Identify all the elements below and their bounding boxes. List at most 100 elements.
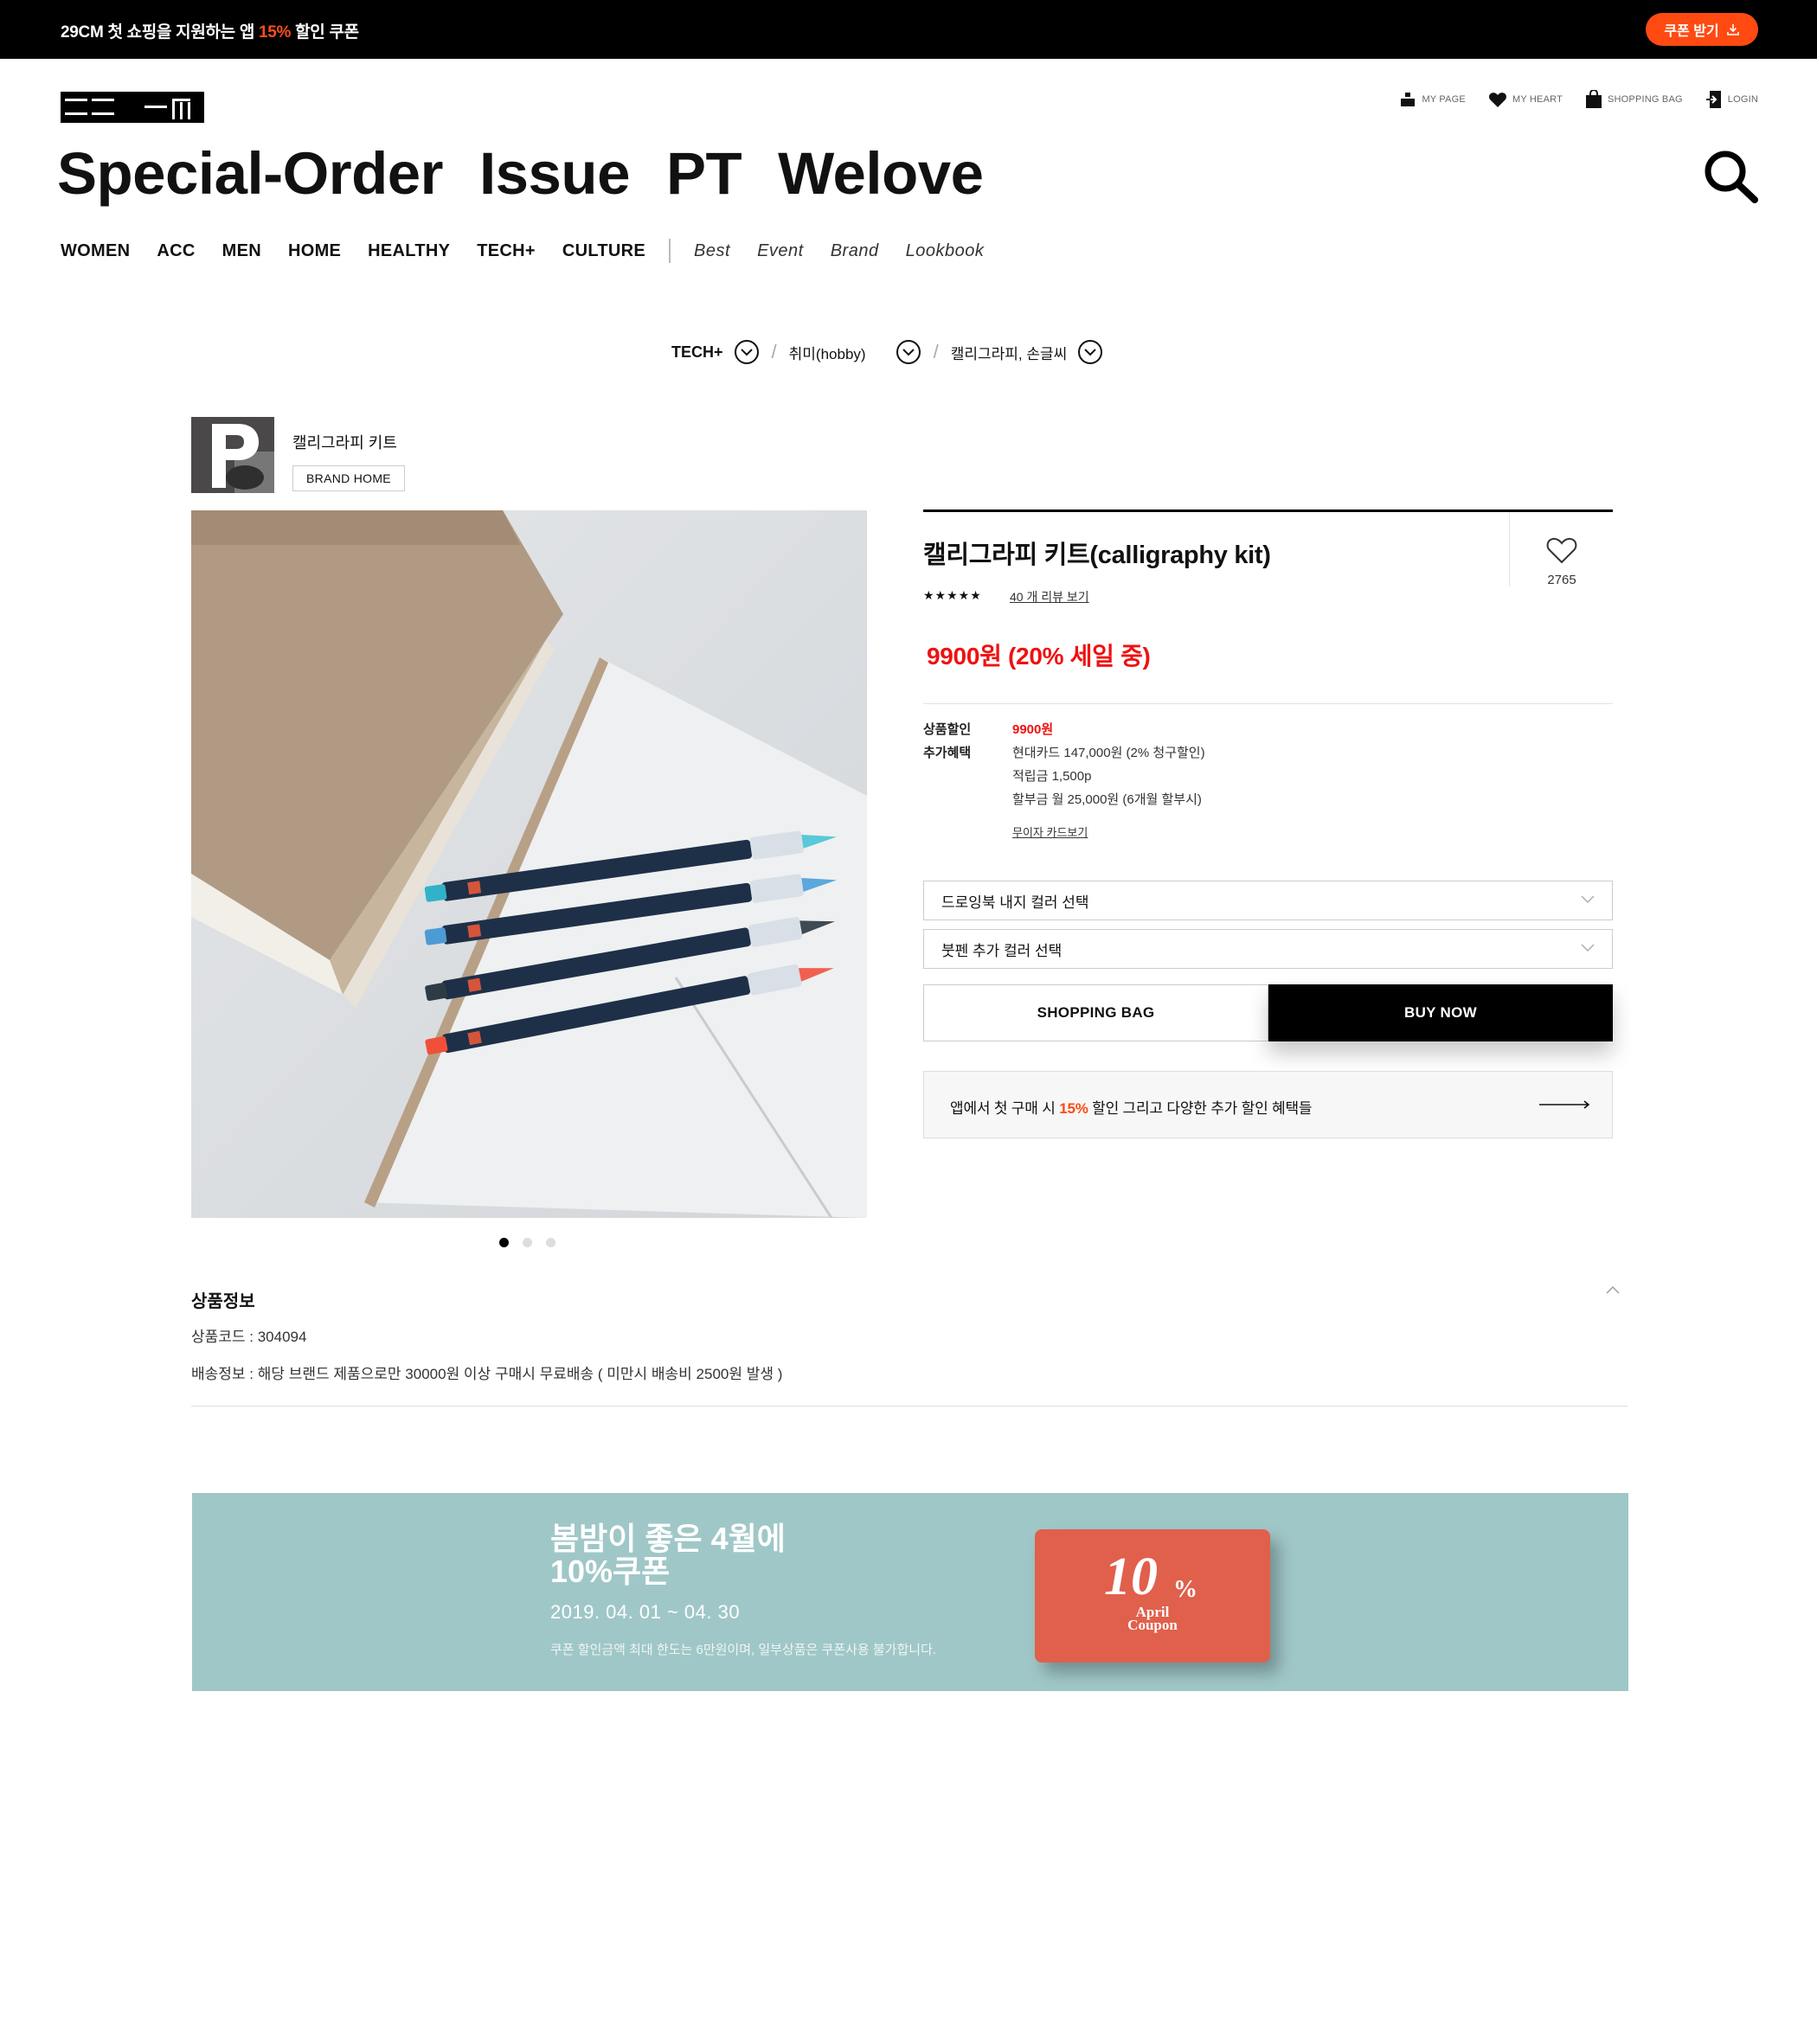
subcat-event[interactable]: Event — [757, 241, 804, 261]
brand-thumbnail[interactable] — [191, 417, 274, 493]
product-title: 캘리그라피 키트(calligraphy kit) — [923, 541, 1271, 569]
app-banner-text: 앱에서 첫 구매 시 15% 할인 그리고 다양한 추가 할인 혜택들 — [950, 1096, 1313, 1118]
util-login-label: LOGIN — [1727, 94, 1758, 105]
breadcrumb-item[interactable]: 캘리그라피, 손글씨 — [951, 339, 1104, 365]
chevron-down-circle-icon — [1078, 340, 1103, 364]
nav-issue[interactable]: Issue — [479, 144, 630, 203]
subcat-lookbook[interactable]: Lookbook — [906, 241, 985, 261]
promo-bar: 29CM 첫 쇼핑을 지원하는 앱 15% 할인 쿠폰 쿠폰 받기 — [0, 0, 1817, 59]
cat-women[interactable]: WOMEN — [61, 241, 130, 261]
option-select-label: 드로잉북 내지 컬러 선택 — [941, 894, 1089, 911]
util-my-page[interactable]: MY PAGE — [1399, 91, 1466, 108]
util-shopping-bag[interactable]: SHOPPING BAG — [1585, 90, 1683, 109]
promo-text: 29CM 첫 쇼핑을 지원하는 앱 15% 할인 쿠폰 — [61, 19, 359, 42]
promo-text-a: 29CM 첫 쇼핑을 지원하는 앱 — [61, 23, 259, 42]
breadcrumb-separator: / — [933, 341, 939, 362]
discount-value: 9900원 — [1012, 722, 1054, 737]
coupon-note: 쿠폰 할인금액 최대 한도는 6만원이며, 일부상품은 쿠폰사용 불가합니다. — [550, 1643, 937, 1657]
coupon-download-button[interactable]: 쿠폰 받기 — [1646, 13, 1758, 46]
app-banner-text-a: 앱에서 첫 구매 시 — [950, 1100, 1060, 1117]
cat-healthy[interactable]: HEALTHY — [368, 241, 450, 261]
heart-outline-icon — [1546, 537, 1577, 564]
app-banner-highlight: 15% — [1059, 1100, 1088, 1117]
chevron-down-circle-icon — [896, 340, 921, 364]
bag-icon — [1586, 90, 1602, 108]
app-discount-banner[interactable]: 앱에서 첫 구매 시 15% 할인 그리고 다양한 추가 할인 혜택들 — [923, 1071, 1613, 1138]
slide-dot-active[interactable] — [499, 1238, 509, 1247]
coupon-card-percent-sign: % — [1173, 1576, 1197, 1603]
util-shopping-bag-label: SHOPPING BAG — [1608, 94, 1683, 105]
util-my-page-label: MY PAGE — [1422, 94, 1466, 105]
subcat-brand[interactable]: Brand — [831, 241, 879, 261]
arrow-right-icon — [1539, 1100, 1590, 1109]
option-select-drawing-book[interactable]: 드로잉북 내지 컬러 선택 — [923, 881, 1613, 920]
buy-now-button[interactable]: BUY NOW — [1268, 984, 1613, 1041]
shipping-info: 배송정보 : 해당 브랜드 제품으로만 30000원 이상 구매시 무료배송 (… — [191, 1366, 783, 1382]
breadcrumb-item[interactable]: TECH+ — [671, 339, 760, 365]
cat-home[interactable]: HOME — [288, 241, 341, 261]
slide-dot[interactable] — [546, 1238, 555, 1247]
download-icon — [1726, 24, 1739, 35]
breadcrumb-item[interactable]: 취미(hobby) — [789, 339, 921, 365]
option-select-brush-pen[interactable]: 붓펜 추가 컬러 선택 — [923, 929, 1613, 969]
coupon-headline-1: 봄밤이 좋은 4월에 — [550, 1521, 786, 1556]
breadcrumb: TECH+ / 취미(hobby) / 캘리그라피, 손글씨 — [671, 339, 1103, 365]
site-logo[interactable] — [61, 92, 204, 123]
product-info-title: 상품정보 — [191, 1292, 255, 1311]
coupon-card: 10 % April Coupon — [1035, 1529, 1270, 1663]
login-icon — [1705, 91, 1721, 108]
nav-pt[interactable]: PT — [666, 144, 742, 203]
chevron-down-icon — [1581, 895, 1595, 903]
main-section-nav: Special-Order Issue PT Welove — [57, 144, 984, 203]
nav-special-order[interactable]: Special-Order — [57, 144, 444, 203]
coupon-card-sub2: Coupon — [1127, 1617, 1178, 1633]
cat-acc[interactable]: ACC — [157, 241, 195, 261]
util-my-heart[interactable]: MY HEART — [1488, 91, 1563, 108]
app-banner-text-b: 할인 그리고 다양한 추가 할인 혜택들 — [1088, 1100, 1313, 1117]
add-to-bag-button[interactable]: SHOPPING BAG — [923, 984, 1268, 1041]
nav-welove[interactable]: Welove — [778, 144, 984, 203]
product-photo — [191, 510, 867, 1218]
person-icon — [1401, 93, 1416, 106]
product-image[interactable] — [191, 510, 867, 1218]
subcat-best[interactable]: Best — [694, 241, 730, 261]
breadcrumb-label: 캘리그라피, 손글씨 — [950, 345, 1068, 362]
category-nav: WOMEN ACC MEN HOME HEALTHY TECH+ CULTURE… — [61, 239, 984, 263]
product-code: 상품코드 : 304094 — [191, 1329, 307, 1345]
cat-men[interactable]: MEN — [222, 241, 261, 261]
brand-logo-image — [191, 417, 274, 493]
interest-free-card-link[interactable]: 무이자 카드보기 — [1012, 823, 1088, 840]
coupon-headline-2: 10%쿠폰 — [550, 1554, 671, 1589]
review-link[interactable]: 40 개 리뷰 보기 — [1010, 588, 1089, 606]
brand-home-button[interactable]: BRAND HOME — [292, 465, 405, 491]
price-divider — [923, 703, 1613, 704]
coupon-card-subtitle: April Coupon — [1035, 1605, 1270, 1633]
rating-stars: ★★★★★ — [923, 588, 982, 602]
utility-nav: MY PAGE MY HEART SHOPPING BAG LOGIN — [1399, 90, 1758, 109]
brand-name[interactable]: 캘리그라피 키트 — [292, 431, 397, 453]
cat-tech[interactable]: TECH+ — [477, 241, 536, 261]
search-icon[interactable] — [1703, 149, 1760, 204]
coupon-download-label: 쿠폰 받기 — [1664, 24, 1719, 39]
option-select-label: 붓펜 추가 컬러 선택 — [941, 942, 1063, 959]
april-coupon-banner[interactable]: 봄밤이 좋은 4월에 10%쿠폰 2019. 04. 01 ~ 04. 30 쿠… — [192, 1493, 1628, 1691]
util-login[interactable]: LOGIN — [1705, 90, 1758, 109]
util-my-heart-label: MY HEART — [1512, 94, 1563, 105]
image-pagination — [499, 1238, 555, 1247]
benefit-installment: 할부금 월 25,000원 (6개월 할부시) — [1012, 792, 1202, 807]
slide-dot[interactable] — [523, 1238, 532, 1247]
like-button[interactable]: 2765 — [1509, 512, 1613, 587]
chevron-down-circle-icon — [734, 340, 759, 364]
chevron-down-icon — [1581, 944, 1595, 952]
benefit-points: 적립금 1,500p — [1012, 769, 1092, 784]
promo-text-highlight: 15% — [259, 23, 292, 42]
heart-icon — [1488, 93, 1506, 107]
coupon-dates: 2019. 04. 01 ~ 04. 30 — [550, 1601, 741, 1623]
cat-culture[interactable]: CULTURE — [562, 241, 645, 261]
cat-divider — [669, 239, 671, 263]
breadcrumb-label: TECH+ — [671, 343, 723, 361]
sale-price: 9900원 (20% 세일 중) — [927, 643, 1151, 670]
chevron-up-icon[interactable] — [1606, 1285, 1620, 1294]
coupon-card-percent: 10 — [1104, 1547, 1158, 1606]
like-count: 2765 — [1547, 573, 1576, 587]
